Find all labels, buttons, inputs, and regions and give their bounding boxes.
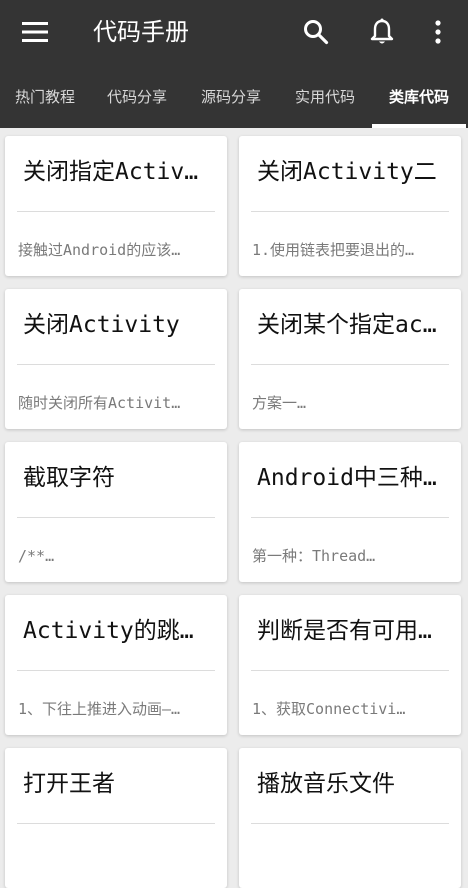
card-divider: [17, 670, 215, 671]
card-divider: [17, 211, 215, 212]
card-title: Activity的跳…: [23, 618, 194, 644]
card-description: 1、获取Connectivi…: [252, 700, 406, 718]
card-item[interactable]: 判断是否有可用… 1、获取Connectivi…: [239, 595, 461, 735]
card-divider: [17, 364, 215, 365]
card-item[interactable]: Activity的跳… 1、下往上推进入动画—…: [5, 595, 227, 735]
card-divider: [251, 670, 449, 671]
card-title: 判断是否有可用…: [257, 618, 432, 644]
card-title: 关闭Activity: [23, 312, 180, 338]
card-description: /**…: [18, 547, 55, 565]
card-title: 关闭某个指定ac…: [257, 312, 437, 338]
tab-bar: 热门教程 代码分享 源码分享 实用代码 类库代码: [0, 64, 468, 128]
card-description: 方案一…: [252, 394, 307, 412]
tab-library-code[interactable]: 类库代码: [372, 64, 466, 128]
card-divider: [251, 364, 449, 365]
card-item[interactable]: 打开王者: [5, 748, 227, 888]
app-title: 代码手册: [93, 18, 189, 46]
card-divider: [17, 823, 215, 824]
menu-icon: [22, 22, 48, 42]
card-description: 1、下往上推进入动画—…: [18, 700, 181, 718]
card-divider: [17, 517, 215, 518]
tab-practical-code[interactable]: 实用代码: [278, 64, 372, 128]
tab-code-share[interactable]: 代码分享: [90, 64, 184, 128]
card-title: 关闭指定Activ…: [23, 159, 199, 185]
tab-source-share[interactable]: 源码分享: [184, 64, 278, 128]
card-divider: [251, 211, 449, 212]
card-description: 接触过Android的应该…: [18, 241, 181, 259]
card-item[interactable]: 关闭指定Activ… 接触过Android的应该…: [5, 136, 227, 276]
search-icon: [304, 20, 329, 45]
menu-button[interactable]: [15, 12, 55, 52]
card-title: 播放音乐文件: [257, 771, 395, 797]
search-button[interactable]: [296, 12, 336, 52]
notifications-button[interactable]: [362, 12, 402, 52]
card-item[interactable]: 截取字符 /**…: [5, 442, 227, 582]
card-description: 随时关闭所有Activit…: [18, 394, 181, 412]
app-bar: 代码手册 热门教程 代码分享 源码分享 实用代码 类库代码: [0, 0, 468, 128]
card-title: 截取字符: [23, 465, 115, 491]
card-item[interactable]: 关闭Activity二 1.使用链表把要退出的…: [239, 136, 461, 276]
card-description: 1.使用链表把要退出的…: [252, 241, 415, 259]
tab-hot-tutorials[interactable]: 热门教程: [0, 64, 90, 128]
bell-icon: [370, 18, 394, 44]
card-item[interactable]: Android中三种… 第一种：Thread…: [239, 442, 461, 582]
more-vert-icon: [435, 20, 441, 44]
card-title: 打开王者: [23, 771, 115, 797]
card-divider: [251, 823, 449, 824]
card-item[interactable]: 关闭某个指定ac… 方案一…: [239, 289, 461, 429]
card-description: 第一种：Thread…: [252, 547, 376, 565]
card-item[interactable]: 关闭Activity 随时关闭所有Activit…: [5, 289, 227, 429]
card-title: Android中三种…: [257, 465, 437, 491]
more-options-button[interactable]: [418, 12, 458, 52]
card-divider: [251, 517, 449, 518]
card-title: 关闭Activity二: [257, 159, 437, 185]
toolbar: 代码手册: [0, 0, 468, 64]
card-item[interactable]: 播放音乐文件: [239, 748, 461, 888]
